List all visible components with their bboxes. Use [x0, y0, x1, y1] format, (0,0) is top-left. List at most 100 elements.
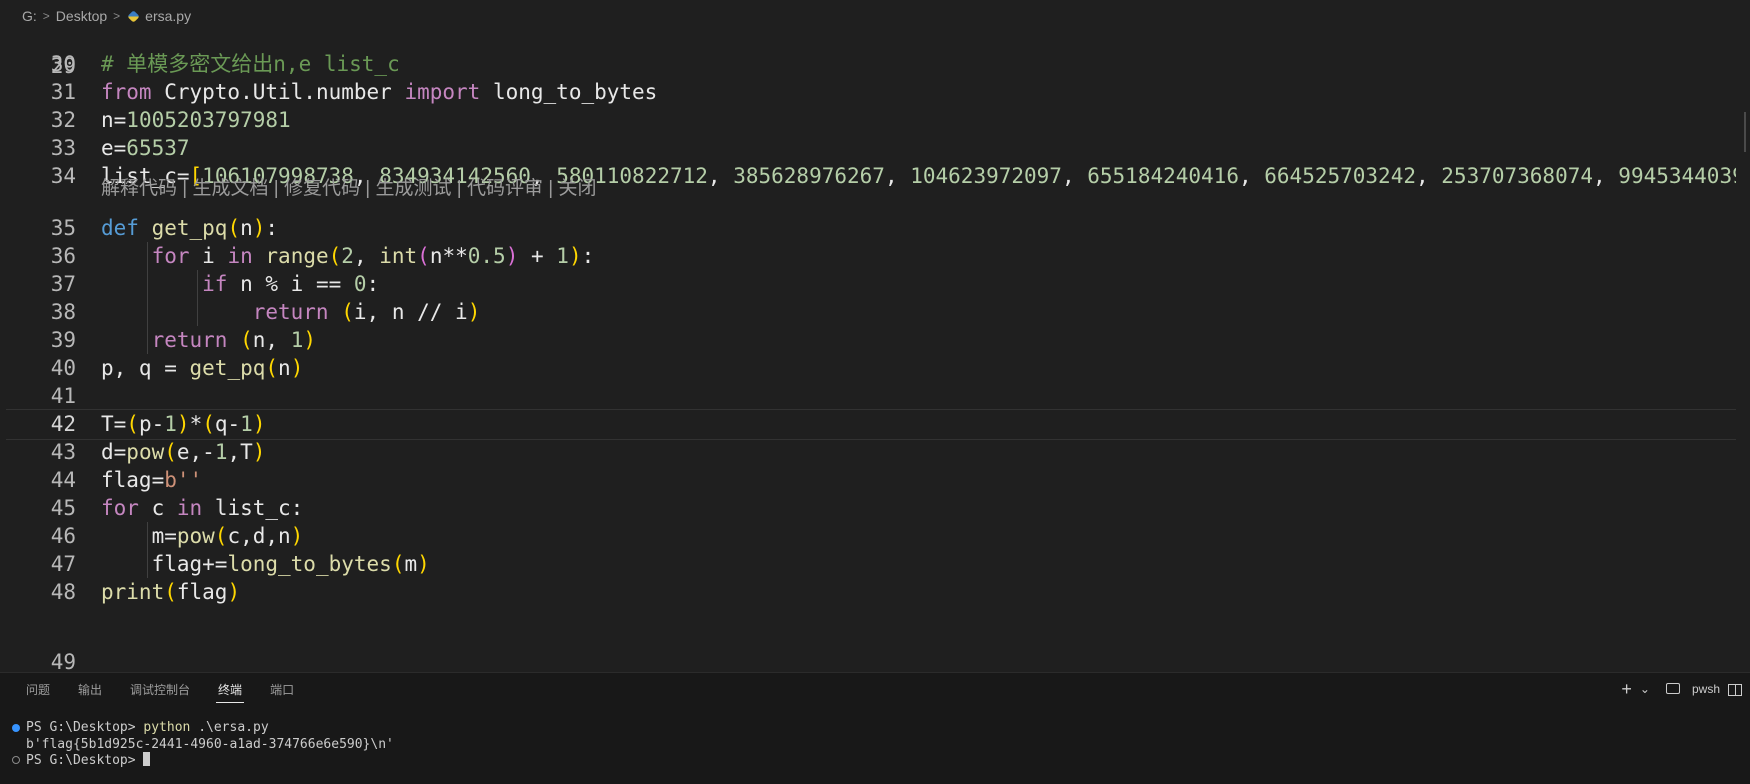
code-line[interactable]: 31 from Crypto.Util.number import long_to… [6, 77, 1742, 108]
code-token: 664525703242 [1264, 164, 1416, 188]
line-number: 42 [50, 412, 76, 436]
code-token: n** [429, 244, 468, 268]
shell-label: pwsh [1691, 682, 1720, 696]
code-token: from [101, 80, 152, 104]
line-number: 48 [50, 580, 76, 604]
code-text: for i in range(2, int(n**0.5) + 1): [101, 241, 595, 272]
code-token: get_pq [151, 216, 228, 240]
code-line[interactable]: 38 return (i, n // i) [6, 297, 1742, 328]
code-token: m [404, 552, 418, 576]
tab-terminal[interactable]: 终端 [214, 675, 246, 704]
tab-output[interactable]: 输出 [74, 675, 106, 704]
code-token: , [884, 164, 911, 188]
code-token: ( [240, 328, 253, 352]
tab-debug-console[interactable]: 调试控制台 [126, 675, 194, 704]
code-token: 1 [240, 412, 253, 436]
breadcrumb-drive[interactable]: G: [22, 8, 37, 24]
code-line[interactable]: 37 if n % i == 0: [6, 269, 1742, 300]
code-token: ( [341, 300, 354, 324]
code-line[interactable]: 45 for c in list_c: [6, 493, 1742, 524]
code-token: print [101, 580, 165, 604]
code-line[interactable]: 39 return (n, 1) [6, 325, 1742, 356]
code-token: e,- [176, 440, 215, 464]
code-line[interactable]: 36 for i in range(2, int(n**0.5) + 1): [6, 241, 1742, 272]
code-token: 104623972097 [910, 164, 1062, 188]
code-token: ) [252, 412, 266, 436]
code-text: def get_pq(n): [101, 213, 278, 244]
code-token: pow [176, 524, 215, 548]
code-token: import [404, 80, 481, 104]
code-line[interactable]: 48 print(flag) [6, 577, 1742, 608]
code-line[interactable]: 35 def get_pq(n): [6, 213, 1742, 244]
code-line[interactable]: 33 e=65537 [6, 133, 1742, 164]
terminal-output[interactable]: PS G:\Desktop> python .\ersa.py b'flag{5… [0, 719, 1750, 783]
code-line[interactable]: 42 T=(p-1)*(q-1) [6, 409, 1742, 440]
code-line[interactable]: 43 d=pow(e,-1,T) [6, 437, 1742, 468]
code-token: return [252, 300, 329, 324]
code-token: d= [101, 440, 127, 464]
breadcrumb-folder[interactable]: Desktop [56, 8, 107, 24]
code-text: return (i, n // i) [101, 297, 481, 328]
code-line[interactable]: 40 p, q = get_pq(n) [6, 353, 1742, 384]
codelens-actions[interactable]: 解释代码 | 生成文档 | 修复代码 | 生成测试 | 代码评审 | 关闭 [101, 173, 596, 204]
scrollbar-thumb[interactable] [1744, 112, 1746, 152]
command-pending-icon[interactable] [12, 756, 20, 764]
chevron-down-icon[interactable]: ⌄ [1640, 682, 1650, 696]
code-line[interactable]: 44 flag=b'' [6, 465, 1742, 496]
code-token: in [227, 244, 253, 268]
breadcrumb-file[interactable]: ersa.py [145, 8, 191, 24]
breadcrumb: G: > Desktop > ersa.py [0, 0, 1750, 32]
code-token: 0 [353, 272, 367, 296]
code-text: if n % i == 0: [101, 269, 379, 300]
new-terminal-button[interactable]: + [1621, 680, 1632, 698]
line-number: 30 [50, 52, 76, 76]
terminal-profile[interactable]: pwsh [1658, 682, 1720, 696]
code-token: ( [126, 412, 139, 436]
terminal-cursor [143, 752, 151, 766]
terminal-prompt: PS G:\Desktop> [26, 753, 144, 768]
editor-scrollbar[interactable] [1736, 32, 1750, 672]
line-number: 41 [50, 384, 76, 408]
code-token: , [1061, 164, 1088, 188]
tab-ports[interactable]: 端口 [266, 675, 298, 704]
line-number: 35 [50, 216, 76, 240]
code-token: m= [101, 524, 177, 548]
terminal-prompt: PS G:\Desktop> [26, 720, 144, 735]
code-line[interactable]: 30 # 单模多密文给出n,e list_c [6, 49, 1742, 80]
code-token: 1 [556, 244, 569, 268]
code-token: n, [252, 328, 291, 352]
code-token: ) [252, 440, 266, 464]
code-token: ) [568, 244, 582, 268]
split-terminal-icon[interactable] [1728, 684, 1742, 696]
code-token: p, q = [101, 356, 190, 380]
code-token: 65537 [126, 136, 190, 160]
code-line[interactable]: 46 m=pow(c,d,n) [6, 521, 1742, 552]
command-success-icon[interactable] [12, 724, 20, 732]
code-line[interactable]: 32 n=1005203797981 [6, 105, 1742, 136]
code-token: in [176, 496, 203, 520]
code-token: ) [417, 552, 430, 576]
indent-guide [147, 522, 148, 578]
code-token: 1 [214, 440, 228, 464]
code-token: , [707, 164, 734, 188]
code-text: # 单模多密文给出n,e list_c [101, 49, 400, 80]
line-number: 34 [50, 164, 76, 188]
code-token: flag [176, 580, 228, 604]
code-token: 1005203797981 [126, 108, 291, 132]
code-line[interactable]: 41 [6, 381, 1742, 412]
code-text: flag+=long_to_bytes(m) [101, 549, 430, 580]
line-number: 49 [50, 650, 76, 672]
code-token: n [278, 356, 291, 380]
code-token: int [379, 244, 418, 268]
code-token: * [189, 412, 203, 436]
code-token: ) [290, 356, 304, 380]
chevron-right-icon: > [42, 9, 50, 23]
code-token: long_to_bytes [480, 80, 658, 104]
tab-problems[interactable]: 问题 [22, 675, 54, 704]
code-line[interactable]: 47 flag+=long_to_bytes(m) [6, 549, 1742, 580]
code-token: 9945344039 [1618, 164, 1745, 188]
code-editor[interactable]: 29 30 # 单模多密文给出n,e list_c 31 from Crypto.Ut… [6, 32, 1750, 672]
code-token: ( [391, 552, 405, 576]
